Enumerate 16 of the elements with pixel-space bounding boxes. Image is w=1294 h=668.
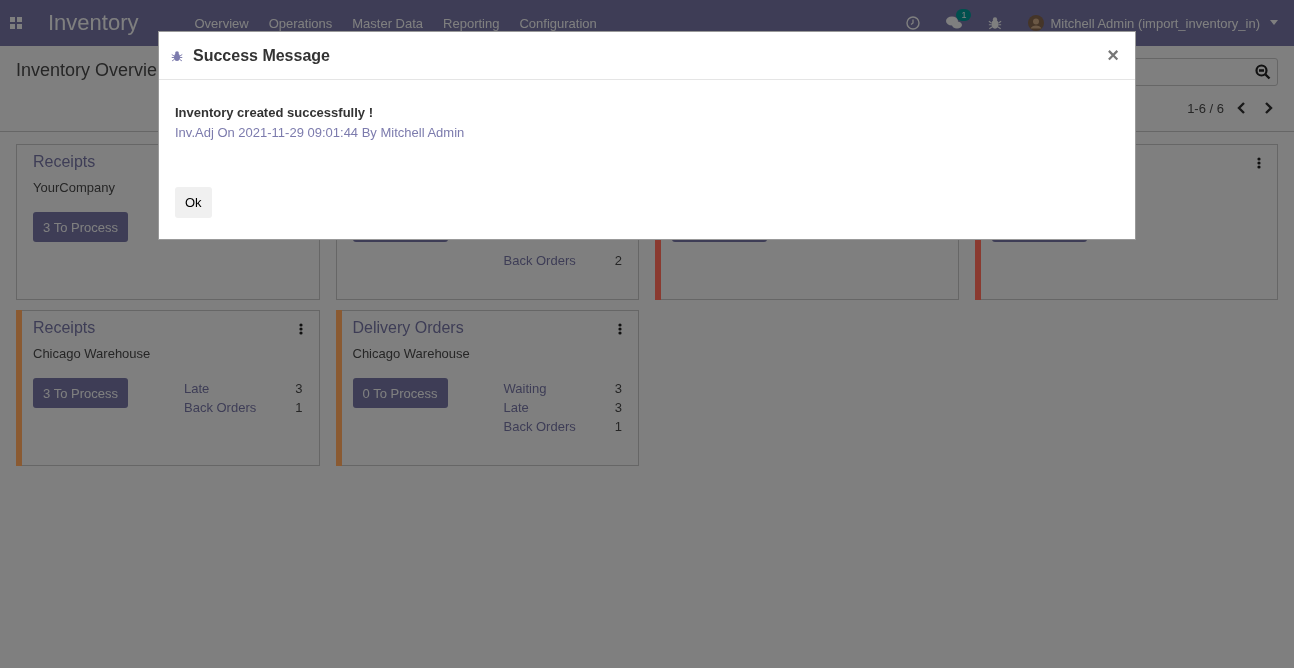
count-badge: 1: [956, 9, 972, 21]
app-name: Inventory: [48, 10, 139, 36]
card-subtitle: Chicago Warehouse: [352, 346, 471, 361]
pager-value: 1-6 / 6: [1187, 100, 1224, 116]
stat-count: 1: [614, 418, 622, 436]
dialog-detail: Inv.Adj On 2021-11-29 09:01:44 By Mitchell Admin: [175, 125, 466, 140]
breadcrumb: Inventory Overvie: [16, 60, 158, 82]
dialog-message: Inventory created successfully !: [175, 105, 374, 120]
card-subtitle: YourCompany: [33, 180, 116, 195]
stat-count: 2: [614, 252, 622, 270]
stat-count: 1: [295, 399, 303, 417]
stat-count: 3: [614, 380, 622, 398]
stat-count: 3: [614, 399, 622, 417]
card-subtitle: Chicago Warehouse: [33, 346, 152, 361]
dialog-title: Success Message: [193, 46, 331, 65]
stat-count: 3: [295, 380, 303, 398]
